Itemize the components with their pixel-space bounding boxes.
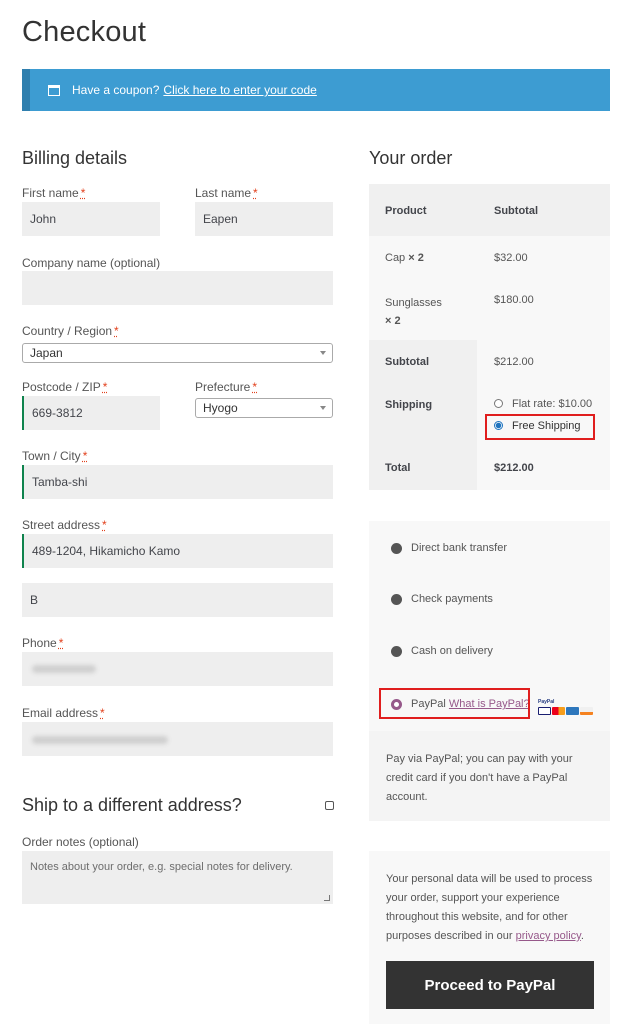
email-label: Email address * [22, 706, 105, 720]
order-notes-textarea[interactable]: Notes about your order, e.g. special not… [22, 851, 333, 904]
item-name: Sunglasses × 2 [385, 297, 442, 327]
subtotal-label: Subtotal [385, 356, 429, 368]
first-name-field[interactable]: John [22, 202, 160, 236]
page-title: Checkout [22, 16, 147, 48]
last-name-label: Last name * [195, 186, 258, 200]
item-price: $180.00 [494, 294, 534, 306]
payment-option-check[interactable]: Check payments [411, 593, 493, 605]
visa-icon [538, 707, 551, 715]
resize-handle-icon[interactable] [324, 895, 330, 901]
coupon-banner: Have a coupon? Click here to enter your … [22, 69, 610, 111]
discover-icon [580, 707, 593, 715]
subtotal-value: $212.00 [494, 356, 534, 368]
amex-icon [566, 707, 579, 715]
redacted-phone [32, 665, 96, 673]
shipping-option-flat[interactable]: Flat rate: $10.00 [512, 398, 592, 410]
chevron-down-icon [320, 406, 326, 410]
calendar-icon [48, 84, 60, 96]
payment-radio-cod[interactable] [391, 646, 402, 657]
postcode-label: Postcode / ZIP * [22, 380, 108, 394]
payment-radio-check[interactable] [391, 594, 402, 605]
shipping-radio-flat[interactable] [494, 399, 503, 408]
redacted-email [32, 736, 168, 744]
col-subtotal: Subtotal [494, 205, 538, 217]
paypal-description: Pay via PayPal; you can pay with your cr… [386, 753, 573, 803]
ship-different-heading: Ship to a different address? [22, 795, 242, 815]
total-value: $212.00 [494, 462, 534, 474]
mastercard-icon [552, 707, 565, 715]
coupon-link[interactable]: Click here to enter your code [163, 83, 316, 97]
town-label: Town / City * [22, 449, 88, 463]
free-shipping-highlight [485, 414, 595, 440]
item-name: Cap × 2 [385, 252, 424, 264]
total-label: Total [385, 462, 411, 474]
last-name-field[interactable]: Eapen [195, 202, 333, 236]
first-name-label: First name * [22, 186, 86, 200]
paypal-highlight [379, 688, 530, 719]
country-select[interactable]: Japan [22, 343, 333, 363]
order-notes-label: Order notes (optional) [22, 835, 139, 849]
street-field-2[interactable]: B [22, 583, 333, 617]
order-heading: Your order [369, 148, 453, 168]
card-logos: PayPal [538, 697, 594, 715]
town-field[interactable]: Tamba-shi [22, 465, 333, 499]
order-notes-placeholder: Notes about your order, e.g. special not… [30, 861, 293, 873]
phone-label: Phone * [22, 636, 64, 650]
proceed-to-paypal-button[interactable]: Proceed to PayPal [386, 961, 594, 1009]
coupon-text: Have a coupon? [72, 83, 160, 97]
payment-option-cod[interactable]: Cash on delivery [411, 645, 493, 657]
privacy-notice: Your personal data will be used to proce… [386, 873, 593, 942]
company-field[interactable] [22, 271, 333, 305]
paypal-logo-icon: PayPal [538, 698, 555, 705]
country-label: Country / Region * [22, 324, 119, 338]
item-price: $32.00 [494, 252, 528, 264]
chevron-down-icon [320, 351, 326, 355]
billing-heading: Billing details [22, 148, 128, 168]
prefecture-select[interactable]: Hyogo [195, 398, 333, 418]
ship-different-checkbox[interactable] [325, 801, 334, 810]
street-label: Street address * [22, 518, 107, 532]
col-product: Product [385, 205, 427, 217]
privacy-policy-link[interactable]: privacy policy [516, 930, 581, 942]
street-field-1[interactable]: 489-1204, Hikamicho Kamo [22, 534, 333, 568]
payment-radio-bank[interactable] [391, 543, 402, 554]
company-label: Company name (optional) [22, 256, 161, 270]
shipping-label: Shipping [385, 399, 433, 411]
postcode-field[interactable]: 669-3812 [22, 396, 160, 430]
payment-option-bank[interactable]: Direct bank transfer [411, 542, 507, 554]
prefecture-label: Prefecture * [195, 380, 258, 394]
